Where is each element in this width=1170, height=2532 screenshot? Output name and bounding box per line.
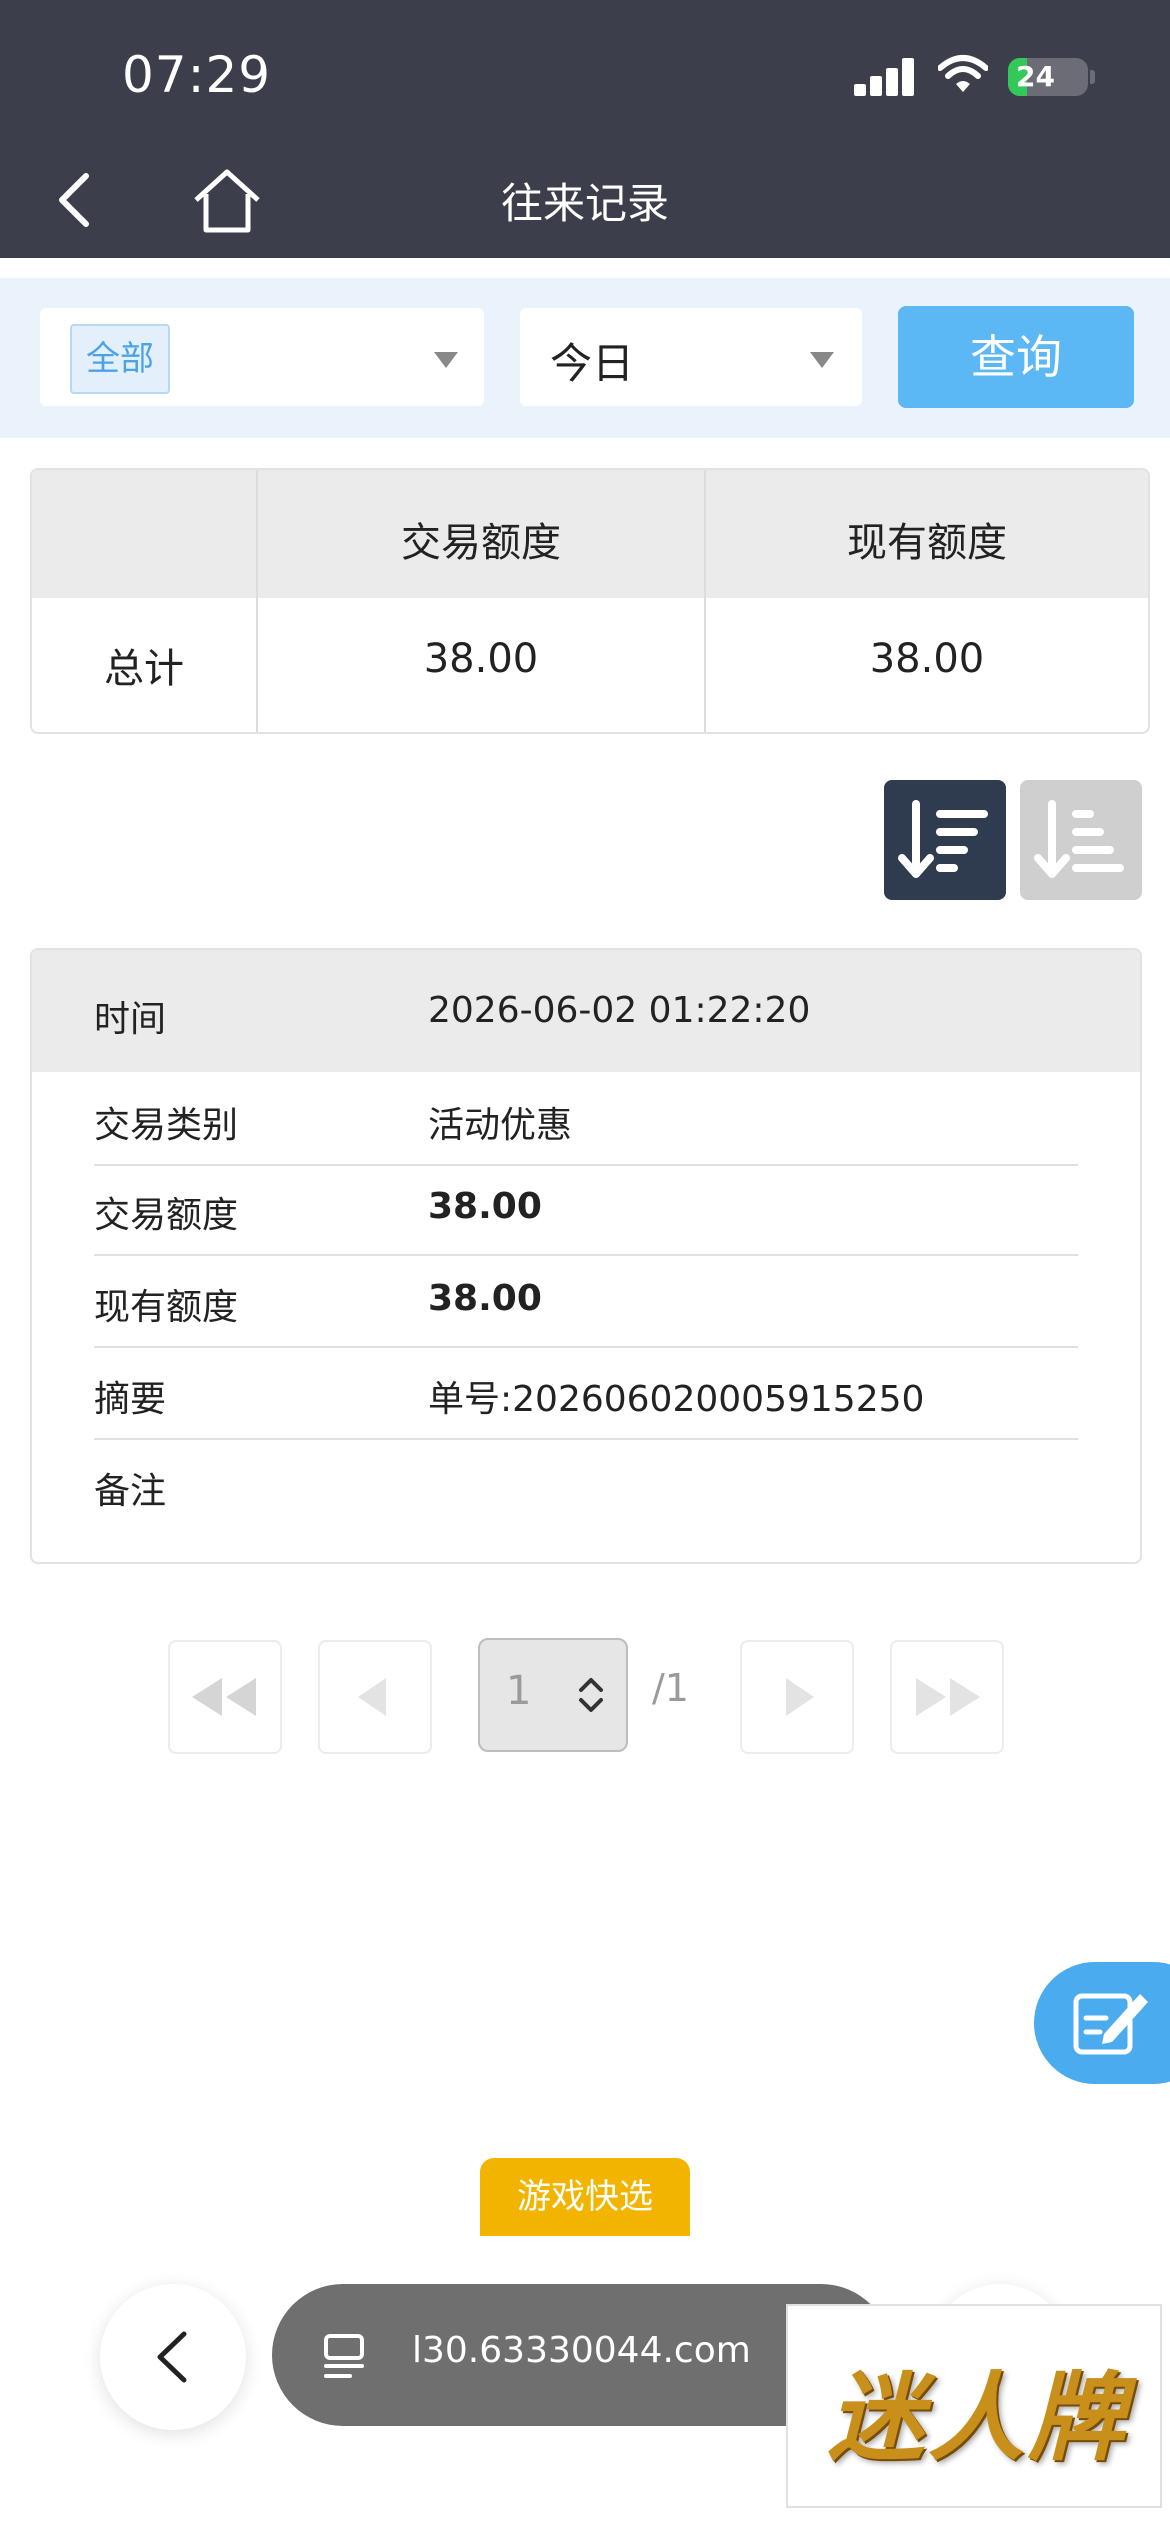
sort-descending-button[interactable] (884, 780, 1006, 900)
record-current-label: 现有额度 (94, 1287, 239, 1328)
summary-header-current: 现有额度 (847, 520, 1007, 566)
record-current-value: 38.00 (428, 1278, 542, 1319)
edit-floating-button[interactable] (1034, 1962, 1170, 2084)
record-time-value: 2026-06-02 01:22:20 (428, 990, 811, 1031)
last-page-button[interactable] (890, 1640, 1004, 1754)
row-divider (94, 1438, 1078, 1440)
summary-trade-amount: 38.00 (423, 636, 539, 682)
record-card: 时间 2026-06-02 01:22:20 交易类别 活动优惠 交易额度 38… (30, 948, 1142, 1564)
cellular-signal-icon (854, 58, 916, 96)
category-select[interactable]: 全部 (40, 308, 484, 406)
game-quick-select-tab[interactable]: 游戏快选 (480, 2158, 690, 2236)
page-title: 往来记录 (500, 179, 669, 228)
query-button[interactable]: 查询 (898, 306, 1134, 408)
page-total: /1 (652, 1666, 689, 1710)
period-select[interactable]: 今日 (520, 308, 862, 406)
battery-icon: 24 (1008, 58, 1088, 96)
row-divider (94, 1254, 1078, 1256)
row-divider (94, 1346, 1078, 1348)
summary-table: 交易额度 现有额度 总计 38.00 38.00 (30, 468, 1150, 734)
home-icon[interactable] (192, 168, 262, 234)
period-value: 今日 (550, 339, 635, 388)
summary-total-label: 总计 (104, 646, 184, 692)
chevron-left-icon[interactable] (50, 170, 100, 230)
record-time-label: 时间 (94, 999, 167, 1040)
chevron-left-icon (358, 1678, 386, 1716)
tabs-icon (324, 2334, 364, 2378)
first-page-button[interactable] (168, 1640, 282, 1754)
row-divider (94, 1164, 1078, 1166)
double-chevron-left-icon (192, 1678, 256, 1716)
record-type-label: 交易类别 (94, 1105, 239, 1146)
sort-ascending-button[interactable] (1020, 780, 1142, 900)
chevron-right-icon (786, 1678, 814, 1716)
page-number-select[interactable]: 1 (478, 1638, 628, 1752)
battery-percent: 24 (1016, 60, 1055, 93)
record-remark-label: 备注 (94, 1471, 167, 1512)
record-trade-label: 交易额度 (94, 1195, 239, 1236)
category-tag: 全部 (70, 324, 170, 394)
brand-logo-text: 迷人牌 (828, 2362, 1128, 2474)
next-page-button[interactable] (740, 1640, 854, 1754)
brand-logo: 迷人牌 (786, 2304, 1162, 2508)
page-current: 1 (506, 1668, 532, 1714)
record-type-value: 活动优惠 (428, 1105, 573, 1146)
edit-icon (1073, 1993, 1148, 2055)
sort-descending-icon (898, 800, 988, 878)
summary-current-amount: 38.00 (869, 636, 985, 682)
summary-header-trade: 交易额度 (401, 520, 561, 566)
double-chevron-right-icon (916, 1678, 980, 1716)
caret-down-icon (810, 352, 834, 368)
record-trade-value: 38.00 (428, 1186, 542, 1227)
caret-down-icon (434, 352, 458, 368)
battery-cap (1090, 70, 1095, 84)
chevron-left-icon (157, 2331, 187, 2383)
prev-page-button[interactable] (318, 1640, 432, 1754)
browser-url-text: l30.63330044.com (412, 2330, 751, 2371)
wifi-icon (938, 55, 988, 92)
sort-ascending-icon (1034, 800, 1124, 878)
record-summary-value: 单号:202606020005915250 (428, 1379, 925, 1420)
record-summary-label: 摘要 (94, 1379, 167, 1420)
status-time: 07:29 (122, 46, 272, 104)
browser-back-button[interactable] (100, 2284, 246, 2430)
stepper-icon (579, 1678, 603, 1712)
